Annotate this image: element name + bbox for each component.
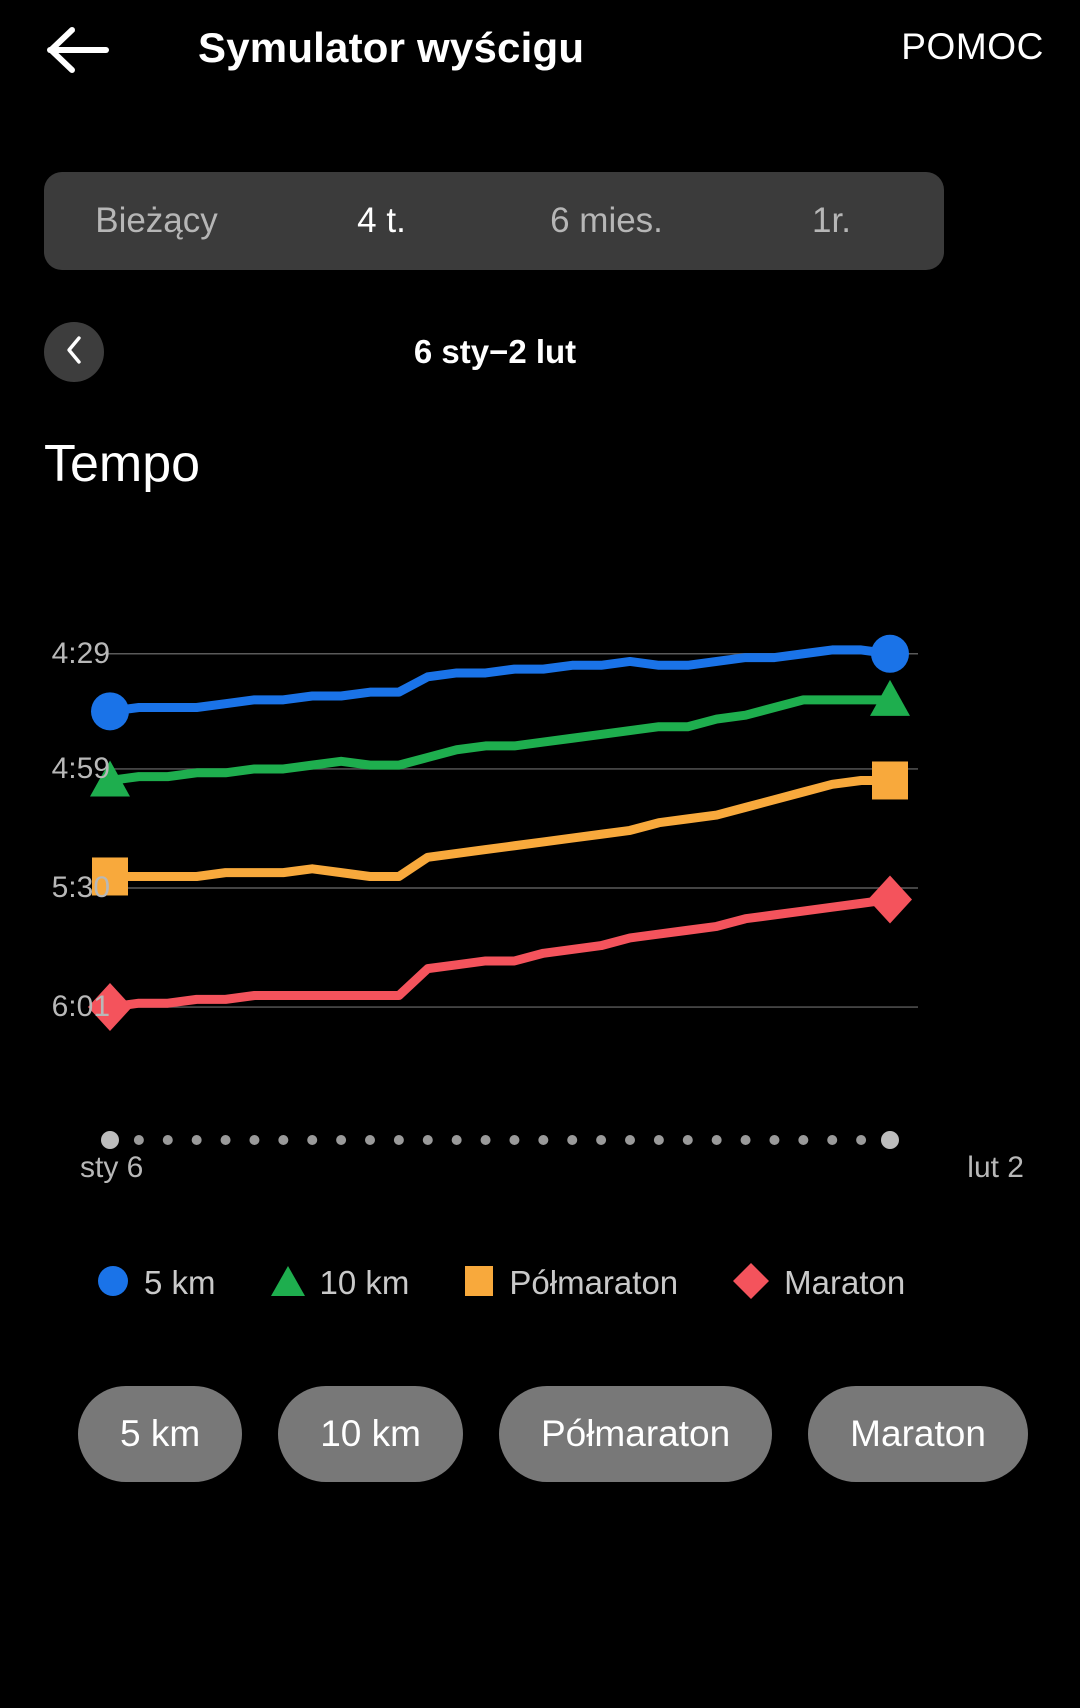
series-start-marker-5-km — [91, 692, 129, 731]
x-axis-end-label: lut 2 — [967, 1151, 1024, 1184]
triangle-marker-icon — [270, 1264, 306, 1303]
series-line-półmaraton — [105, 775, 895, 881]
x-axis-dot[interactable] — [393, 1135, 404, 1145]
x-axis-dot[interactable] — [596, 1135, 607, 1145]
circle-marker-icon — [96, 1264, 130, 1303]
chip-10km[interactable]: 10 km — [278, 1386, 463, 1482]
x-axis-dot[interactable] — [682, 1135, 693, 1145]
chart-canvas[interactable] — [0, 560, 1080, 1160]
range-tab-bar: Bieżący 4 t. 6 mies. 1r. — [44, 172, 944, 270]
x-axis-dot[interactable] — [567, 1135, 578, 1145]
arrow-left-icon — [46, 24, 110, 76]
legend-item-polmaraton[interactable]: Półmaraton — [463, 1264, 678, 1303]
x-axis-dot[interactable] — [249, 1135, 260, 1145]
date-navigator: 6 sty−2 lut — [0, 322, 1080, 384]
chart-legend: 5 km 10 km Półmaraton Maraton — [96, 1258, 1016, 1308]
y-axis-tick-label: 4:29 — [51, 636, 110, 670]
tab-biezacy[interactable]: Bieżący — [44, 172, 269, 270]
chip-polmaraton[interactable]: Półmaraton — [498, 1386, 773, 1482]
x-axis-dot[interactable] — [480, 1135, 491, 1145]
x-axis-dot[interactable] — [365, 1135, 375, 1145]
square-marker-icon — [463, 1264, 495, 1303]
x-axis-dot[interactable] — [101, 1131, 119, 1149]
legend-item-maraton[interactable]: Maraton — [732, 1262, 905, 1305]
series-line-maraton — [105, 895, 895, 1012]
y-axis-tick-label: 5:30 — [51, 871, 110, 904]
y-axis-tick-label: 4:59 — [51, 751, 110, 785]
tab-1-year[interactable]: 1r. — [719, 172, 944, 270]
x-axis-dot[interactable] — [538, 1135, 549, 1145]
series-line-5-km — [105, 645, 895, 716]
help-button[interactable]: POMOC — [901, 18, 1044, 76]
legend-label: 5 km — [144, 1264, 216, 1301]
legend-label: Półmaraton — [509, 1264, 679, 1301]
chip-5km[interactable]: 5 km — [78, 1386, 243, 1482]
diamond-marker-icon — [732, 1262, 770, 1305]
legend-label: Maraton — [784, 1264, 906, 1301]
chart-section-title: Tempo — [44, 435, 201, 493]
chip-maraton[interactable]: Maraton — [808, 1386, 1028, 1482]
back-button[interactable] — [42, 14, 114, 86]
x-axis-dot[interactable] — [191, 1135, 202, 1145]
x-axis-dot[interactable] — [798, 1135, 809, 1145]
x-axis-dot[interactable] — [740, 1135, 751, 1145]
date-range-label: 6 sty−2 lut — [413, 333, 577, 370]
series-end-marker-półmaraton — [872, 761, 908, 800]
x-axis-dot[interactable] — [827, 1135, 838, 1145]
distance-chip-row[interactable]: 5 km 10 km Półmaraton Maraton — [78, 1386, 1080, 1482]
x-axis-dot[interactable] — [278, 1135, 289, 1145]
pace-chart[interactable]: 4:29 4:59 5:30 6:01 — [0, 560, 1080, 1160]
tab-4-weeks[interactable]: 4 t. — [269, 172, 494, 270]
x-axis-dot[interactable] — [220, 1135, 231, 1145]
x-axis-dot[interactable] — [711, 1135, 722, 1145]
x-axis-start-label: sty 6 — [80, 1151, 144, 1184]
x-axis-dot[interactable] — [133, 1135, 144, 1145]
x-axis-dot[interactable] — [307, 1135, 318, 1145]
x-axis-dot[interactable] — [336, 1135, 347, 1145]
x-axis-dot[interactable] — [653, 1135, 664, 1145]
y-axis-tick-label: 6:01 — [51, 990, 110, 1024]
series-end-marker-5-km — [871, 634, 909, 673]
x-axis-dot[interactable] — [422, 1135, 433, 1145]
app-bar: Symulator wyścigu POMOC — [0, 0, 1080, 110]
legend-item-10km[interactable]: 10 km — [270, 1264, 410, 1303]
legend-item-5km[interactable]: 5 km — [96, 1264, 216, 1303]
tab-6-months[interactable]: 6 mies. — [494, 172, 719, 270]
series-end-marker-maraton — [868, 875, 912, 924]
x-axis-dot[interactable] — [769, 1135, 780, 1145]
legend-label: 10 km — [319, 1264, 410, 1301]
x-axis-dot[interactable] — [509, 1135, 520, 1145]
x-axis-dot[interactable] — [856, 1135, 867, 1145]
page-title: Symulator wyścigu — [198, 24, 585, 71]
x-axis-dot[interactable] — [451, 1135, 462, 1145]
x-axis-dot-scrubber[interactable] — [0, 1120, 1080, 1160]
x-axis-dot[interactable] — [162, 1135, 173, 1145]
x-axis-dots[interactable] — [0, 1120, 1080, 1160]
x-axis-dot[interactable] — [881, 1131, 899, 1149]
x-axis-dot[interactable] — [625, 1135, 635, 1145]
